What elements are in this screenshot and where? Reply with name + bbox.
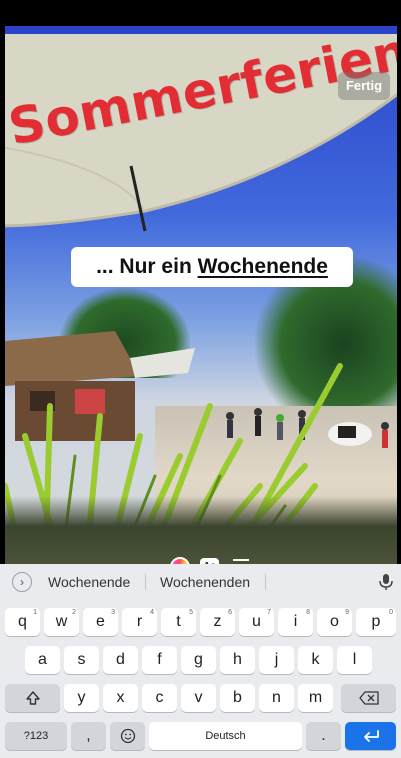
key-u[interactable]: u7 xyxy=(239,608,274,636)
backspace-key[interactable] xyxy=(341,684,396,712)
suggestion-divider xyxy=(145,574,146,590)
shift-icon xyxy=(25,691,40,705)
caption-text-box[interactable]: ... Nur ein Wochenende xyxy=(71,247,353,287)
key-label: z xyxy=(213,613,222,630)
key-i[interactable]: i8 xyxy=(278,608,313,636)
key-h[interactable]: h xyxy=(220,646,255,674)
enter-key[interactable] xyxy=(345,722,396,750)
emoji-key[interactable] xyxy=(110,722,145,750)
suggestion-item[interactable]: Wochenende xyxy=(48,564,130,600)
key-w[interactable]: w2 xyxy=(44,608,79,636)
key-b[interactable]: b xyxy=(220,684,255,712)
key-label: p xyxy=(371,613,381,630)
key-hint: 9 xyxy=(345,609,349,616)
key-label: t xyxy=(176,613,181,630)
key-f[interactable]: f xyxy=(142,646,177,674)
text-editor-toolbar: Aa xyxy=(170,556,254,564)
done-button[interactable]: Fertig xyxy=(338,72,390,100)
key-hint: 4 xyxy=(150,609,154,616)
backspace-icon xyxy=(358,691,379,705)
key-label: u xyxy=(252,613,261,630)
space-key[interactable]: Deutsch xyxy=(149,722,302,750)
keyboard: › Wochenende Wochenenden q1 w2 e3 r4 t5 … xyxy=(0,564,401,758)
key-x[interactable]: x xyxy=(103,684,138,712)
key-p[interactable]: p0 xyxy=(356,608,396,636)
key-label: e xyxy=(96,613,105,630)
key-j[interactable]: j xyxy=(259,646,294,674)
period-key[interactable]: . xyxy=(306,722,341,750)
key-hint: 1 xyxy=(33,609,37,616)
key-z[interactable]: z6 xyxy=(200,608,235,636)
key-label: w xyxy=(55,613,68,630)
key-r[interactable]: r4 xyxy=(122,608,157,636)
key-label: q xyxy=(18,613,27,630)
key-hint: 6 xyxy=(228,609,232,616)
foreground-shadow xyxy=(5,496,397,564)
comma-key[interactable]: , xyxy=(71,722,106,750)
shift-key[interactable] xyxy=(5,684,60,712)
key-q[interactable]: q1 xyxy=(5,608,40,636)
key-n[interactable]: n xyxy=(259,684,294,712)
key-hint: 5 xyxy=(189,609,193,616)
caption-underlined-word: Wochenende xyxy=(197,255,328,278)
suggestion-strip: › Wochenende Wochenenden xyxy=(0,564,401,600)
key-k[interactable]: k xyxy=(298,646,333,674)
suggestion-divider xyxy=(265,574,266,590)
expand-chevron-icon[interactable]: › xyxy=(12,572,32,592)
key-hint: 0 xyxy=(389,609,393,616)
key-label: r xyxy=(136,613,143,630)
microphone-icon[interactable] xyxy=(379,574,393,590)
key-y[interactable]: y xyxy=(64,684,99,712)
key-o[interactable]: o9 xyxy=(317,608,352,636)
key-e[interactable]: e3 xyxy=(83,608,118,636)
color-picker-icon[interactable] xyxy=(170,557,190,564)
caption-prefix: ... Nur ein xyxy=(96,255,198,278)
key-c[interactable]: c xyxy=(142,684,177,712)
key-hint: 2 xyxy=(72,609,76,616)
key-t[interactable]: t5 xyxy=(161,608,196,636)
emoji-icon xyxy=(120,728,135,744)
key-g[interactable]: g xyxy=(181,646,216,674)
key-d[interactable]: d xyxy=(103,646,138,674)
key-l[interactable]: l xyxy=(337,646,372,674)
key-label: i xyxy=(293,613,298,630)
key-m[interactable]: m xyxy=(298,684,333,712)
key-hint: 8 xyxy=(306,609,310,616)
enter-icon xyxy=(363,730,379,742)
key-a[interactable]: a xyxy=(25,646,60,674)
status-bar xyxy=(0,0,401,26)
story-canvas[interactable]: Sommerferien Fertig ... Nur ein Wochenen… xyxy=(5,26,397,564)
symbols-key[interactable]: ?123 xyxy=(5,722,67,750)
key-hint: 3 xyxy=(111,609,115,616)
key-hint: 7 xyxy=(267,609,271,616)
key-v[interactable]: v xyxy=(181,684,216,712)
key-label: o xyxy=(330,613,339,630)
key-s[interactable]: s xyxy=(64,646,99,674)
suggestion-item[interactable]: Wochenenden xyxy=(160,564,250,600)
